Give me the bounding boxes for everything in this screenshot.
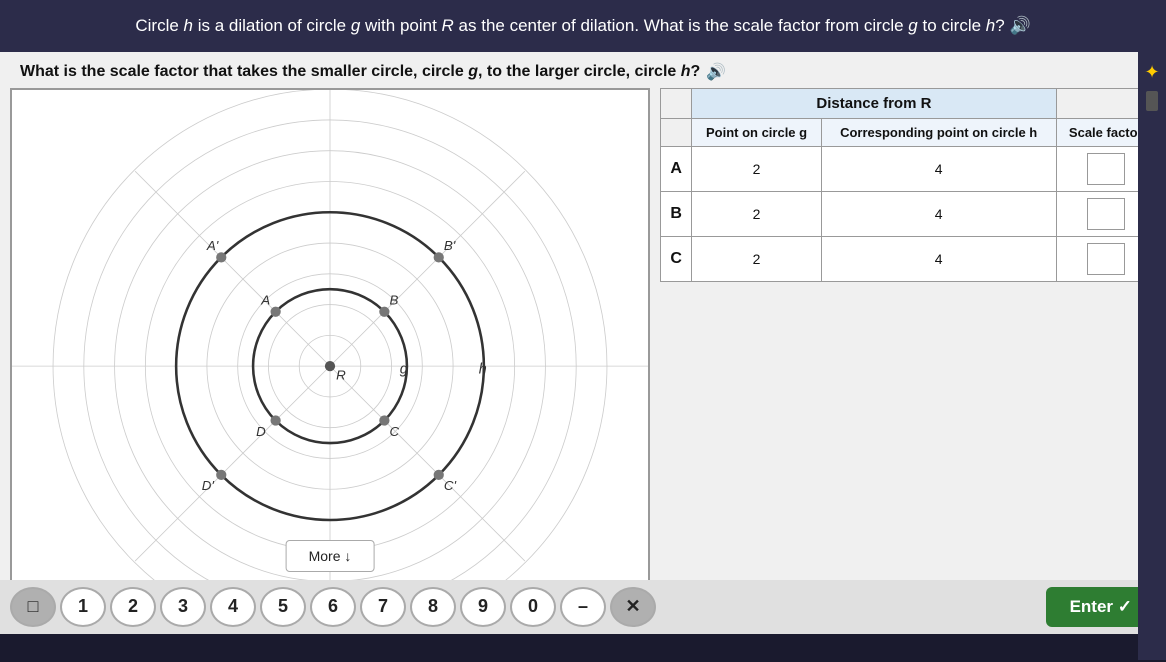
dist-g-b: 2 xyxy=(692,191,821,236)
dist-g-a: 2 xyxy=(692,146,821,191)
diagram-area: g h R A A' B B' xyxy=(10,88,650,634)
svg-text:D': D' xyxy=(202,478,215,493)
distance-table: Distance from R Point on circle g Corres… xyxy=(660,88,1156,282)
point-c-label: C xyxy=(661,236,692,281)
col2-header: Corresponding point on circle h xyxy=(821,118,1056,146)
empty-header xyxy=(661,88,692,118)
svg-text:C': C' xyxy=(444,478,457,493)
num-1-button[interactable]: 1 xyxy=(60,587,106,627)
distance-from-r-header: Distance from R xyxy=(692,88,1056,118)
square-button[interactable]: □ xyxy=(10,587,56,627)
bottom-bar: □ 1 2 3 4 5 6 7 8 9 0 – ✕ Enter ✓ xyxy=(0,580,1166,634)
dist-g-c: 2 xyxy=(692,236,821,281)
main-area: What is the scale factor that takes the … xyxy=(0,52,1166,634)
point-b-label: B xyxy=(661,191,692,236)
svg-text:D: D xyxy=(256,424,266,439)
num-8-button[interactable]: 8 xyxy=(410,587,456,627)
dist-h-a: 4 xyxy=(821,146,1056,191)
empty-subheader xyxy=(661,118,692,146)
num-0-button[interactable]: 0 xyxy=(510,587,556,627)
num-7-button[interactable]: 7 xyxy=(360,587,406,627)
scale-input-a-field[interactable] xyxy=(1087,153,1125,185)
num-6-button[interactable]: 6 xyxy=(310,587,356,627)
table-row: B 2 4 xyxy=(661,191,1156,236)
scale-input-b-field[interactable] xyxy=(1087,198,1125,230)
svg-text:B: B xyxy=(389,292,398,307)
svg-text:C: C xyxy=(389,424,399,439)
question-header: What is the scale factor that takes the … xyxy=(0,52,1166,88)
svg-text:A': A' xyxy=(206,238,219,253)
minus-button[interactable]: – xyxy=(560,587,606,627)
num-5-button[interactable]: 5 xyxy=(260,587,306,627)
top-banner-text: Circle h is a dilation of circle g with … xyxy=(135,16,1030,35)
content-row: g h R A A' B B' xyxy=(0,88,1166,634)
dist-h-b: 4 xyxy=(821,191,1056,236)
enter-button-label: Enter ✓ xyxy=(1070,597,1132,617)
svg-text:h: h xyxy=(479,361,487,377)
num-9-button[interactable]: 9 xyxy=(460,587,506,627)
top-banner: Circle h is a dilation of circle g with … xyxy=(0,0,1166,52)
number-buttons: □ 1 2 3 4 5 6 7 8 9 0 – ✕ xyxy=(10,587,656,627)
svg-text:B': B' xyxy=(444,238,456,253)
right-panel: Distance from R Point on circle g Corres… xyxy=(660,88,1156,634)
svg-text:g: g xyxy=(400,361,408,377)
svg-text:R: R xyxy=(336,367,346,382)
top-speaker-icon[interactable]: 🔊 xyxy=(1009,16,1030,35)
point-a-label: A xyxy=(661,146,692,191)
question-speaker-icon[interactable]: 🔊 xyxy=(706,62,726,82)
col1-header: Point on circle g xyxy=(692,118,821,146)
star-icon: ✦ xyxy=(1144,62,1159,83)
scale-input-c-field[interactable] xyxy=(1087,243,1125,275)
table-row: C 2 4 xyxy=(661,236,1156,281)
delete-button[interactable]: ✕ xyxy=(610,587,656,627)
more-button-label: More ↓ xyxy=(309,548,352,564)
svg-text:A: A xyxy=(260,292,270,307)
right-edge-dot xyxy=(1146,91,1158,111)
right-edge-bar: ✦ xyxy=(1138,52,1166,660)
num-4-button[interactable]: 4 xyxy=(210,587,256,627)
more-button[interactable]: More ↓ xyxy=(286,540,375,572)
dist-h-c: 4 xyxy=(821,236,1056,281)
num-3-button[interactable]: 3 xyxy=(160,587,206,627)
num-2-button[interactable]: 2 xyxy=(110,587,156,627)
table-row: A 2 4 xyxy=(661,146,1156,191)
question-text: What is the scale factor that takes the … xyxy=(20,63,700,81)
